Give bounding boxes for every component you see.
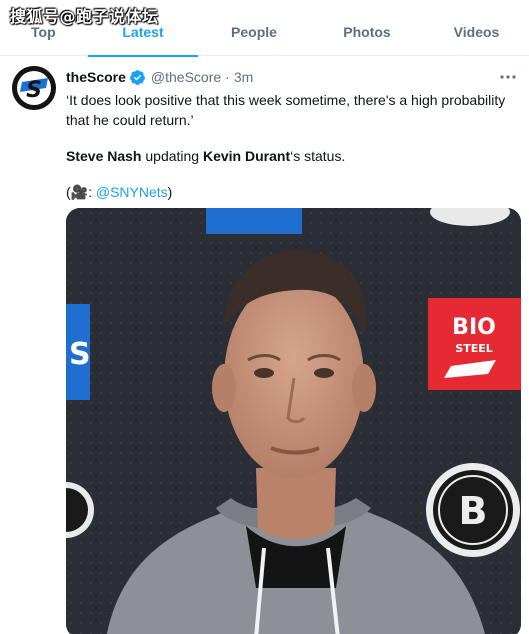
tab-people[interactable]: People	[198, 0, 310, 56]
status-end-text: ‘s status.	[290, 148, 346, 164]
person-name-durant: Kevin Durant	[202, 148, 291, 164]
avatar-letter: S	[26, 78, 42, 103]
sponsor-line-1: BIO	[452, 315, 496, 340]
more-options-icon[interactable]	[499, 68, 517, 86]
sponsor-line-2: STEEL	[455, 342, 492, 355]
display-name[interactable]: theScore	[66, 69, 126, 85]
mention-link[interactable]: @SNYNets	[96, 184, 168, 200]
tweet-quote: ‘It does look positive that this week so…	[66, 92, 506, 128]
tab-videos-label: Videos	[453, 24, 500, 40]
tab-photos[interactable]: Photos	[310, 0, 424, 56]
tweet[interactable]: S theScore @theScore · 3m ‘It does look …	[0, 56, 529, 634]
thescore-logo-icon: S	[12, 66, 56, 110]
tweet-header: theScore @theScore · 3m	[66, 68, 253, 86]
tab-photos-label: Photos	[343, 24, 391, 40]
more-options-dots-icon	[500, 75, 516, 79]
credit-open: (🎥:	[66, 184, 96, 200]
verified-badge-icon	[129, 69, 145, 85]
timestamp[interactable]: 3m	[234, 69, 253, 85]
tweet-credit-line: (🎥: @SNYNets)	[66, 182, 518, 202]
person-name-nash: Steve Nash	[66, 148, 142, 164]
sponsor-panel: BIO STEEL	[428, 298, 521, 390]
video-frame: S BIO STEEL B	[66, 208, 521, 634]
avatar[interactable]: S	[12, 66, 56, 110]
status-middle-text: updating	[141, 148, 203, 164]
credit-close: )	[167, 184, 173, 200]
handle[interactable]: @theScore	[151, 69, 221, 85]
separator-dot: ·	[225, 69, 230, 85]
tweet-status-line: Steve Nash updating Kevin Durant‘s statu…	[66, 146, 518, 166]
watermark-text: 搜狐号@跑子说体坛	[10, 7, 159, 26]
tweet-video[interactable]: S BIO STEEL B	[66, 208, 521, 634]
left-banner-letter: S	[69, 337, 91, 372]
tab-videos[interactable]: Videos	[424, 0, 529, 56]
team-logo: B	[426, 463, 520, 557]
tweet-text: ‘It does look positive that this week so…	[66, 90, 518, 202]
tab-people-label: People	[231, 24, 277, 40]
top-banner	[206, 208, 302, 234]
team-logo-letter: B	[459, 489, 488, 533]
